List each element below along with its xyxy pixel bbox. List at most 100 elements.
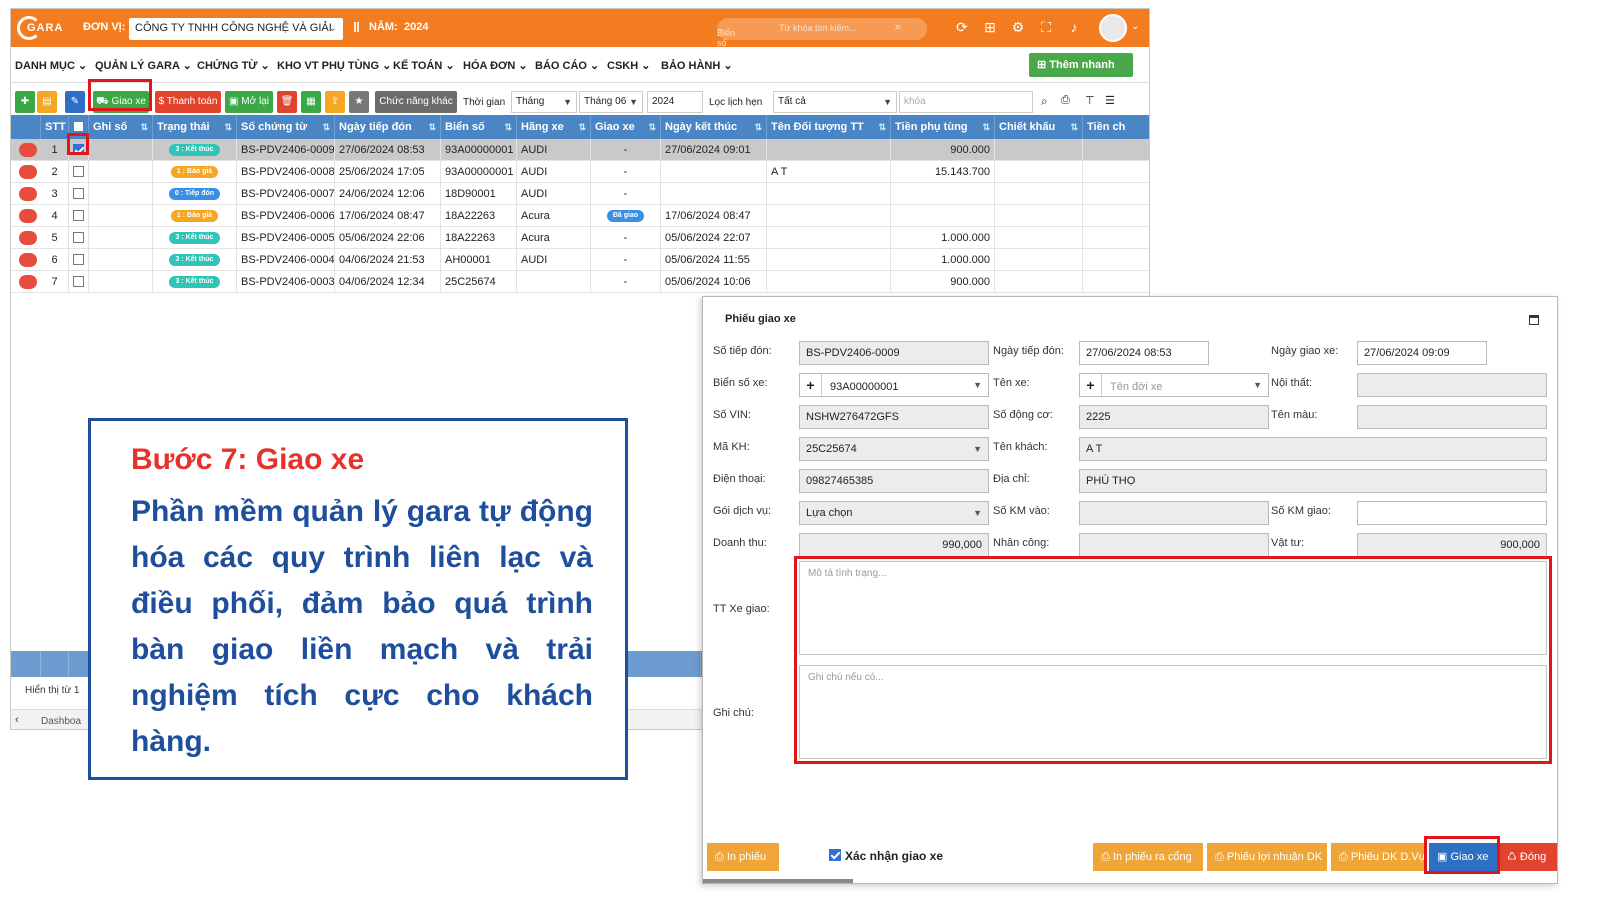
row-action-icon[interactable] xyxy=(19,187,37,201)
row-checkbox[interactable] xyxy=(73,275,84,287)
row-checkbox[interactable] xyxy=(73,231,84,243)
ngay-giao-xe-field[interactable]: 27/06/2024 09:09 xyxy=(1357,341,1487,365)
so-vin-field[interactable]: NSHW276472GFS xyxy=(799,405,989,429)
col-so-chung-tu[interactable]: Số chứng từ ⇅ xyxy=(237,115,335,139)
other-functions-button[interactable]: Chức năng khác xyxy=(375,91,457,113)
menu-ke-toan[interactable]: KẾ TOÁN ⌄ xyxy=(393,59,455,72)
so-dong-co-field[interactable]: 2225 xyxy=(1079,405,1269,429)
keyword-input[interactable]: khóa xyxy=(899,91,1033,113)
menu-bao-cao[interactable]: BÁO CÁO ⌄ xyxy=(535,59,599,72)
gara-logo[interactable]: GARA xyxy=(17,15,75,41)
table-row[interactable]: 41 : Báo giá BS-PDV2406-0006 17/06/2024 08… xyxy=(11,205,1149,227)
row-checkbox[interactable] xyxy=(73,165,84,177)
table-row[interactable]: 13 : Kết thúc BS-PDV2406-0009 27/06/2024 0… xyxy=(11,139,1149,161)
ten-mau-field[interactable] xyxy=(1357,405,1547,429)
chevron-left-icon[interactable]: ‹ xyxy=(15,714,19,726)
so-km-vao-field[interactable] xyxy=(1079,501,1269,525)
ten-khach-field[interactable]: A T xyxy=(1079,437,1547,461)
table-row[interactable]: 2 1 : Báo giá BS-PDV2406-0008 25/06/2024 17… xyxy=(11,161,1149,183)
export-button[interactable]: ▦ xyxy=(301,91,321,113)
col-tien-ch[interactable]: Tiền ch xyxy=(1083,115,1149,139)
col-stt[interactable]: STT xyxy=(41,115,69,139)
menu-danh-muc[interactable]: DANH MỤC ⌄ xyxy=(15,59,87,72)
confirm-delivery[interactable]: Xác nhận giao xe xyxy=(829,849,943,863)
table-row[interactable]: 3 0 : Tiếp đón BS-PDV2406-0007 24/06/2024 1… xyxy=(11,183,1149,205)
phieu-dk-dvu-button[interactable]: ⎙ Phiếu DK D.Vụ xyxy=(1331,843,1425,871)
col-giao-xe[interactable]: Giao xe ⇅ xyxy=(591,115,661,139)
mo-lai-button[interactable]: ▣ Mở lại xyxy=(225,91,273,113)
menu-chung-tu[interactable]: CHỨNG TỪ ⌄ xyxy=(197,59,270,72)
dien-thoai-field[interactable]: 09827465385 xyxy=(799,469,989,493)
search-icon[interactable]: ⌕ xyxy=(1041,94,1048,109)
grid-icon[interactable]: ⊞ xyxy=(981,18,999,36)
plus-icon[interactable]: + xyxy=(800,374,822,396)
in-phieu-ra-cong-button[interactable]: ⎙ In phiếu ra cổng xyxy=(1093,843,1203,871)
table-row[interactable]: 7 3 : Kết thúc BS-PDV2406-0003 04/06/2024 1… xyxy=(11,271,1149,293)
year-input[interactable]: 2024 xyxy=(647,91,703,113)
col-ghi-so[interactable]: Ghi số ⇅ xyxy=(89,115,153,139)
global-search[interactable]: Biển số ⌄ Từ khóa tìm kiếm... ⌕ xyxy=(717,18,927,48)
ten-xe-select[interactable]: + Tên đời xe ▼ xyxy=(1079,373,1269,397)
row-action-icon[interactable] xyxy=(19,209,37,223)
row-checkbox[interactable] xyxy=(73,187,84,199)
search-icon[interactable]: ⌕ xyxy=(895,21,901,34)
col-bien-so[interactable]: Biển số ⇅ xyxy=(441,115,517,139)
bien-so-xe-select[interactable]: +93A00000001 ▼ xyxy=(799,373,989,397)
maximize-icon[interactable] xyxy=(1529,315,1539,325)
print-icon[interactable]: ⎙ xyxy=(1061,94,1070,107)
search-input[interactable]: Từ khóa tìm kiếm... xyxy=(779,23,857,33)
unit-select[interactable]: CÔNG TY TNHH CÔNG NGHỆ VÀ GIẢI ⌄ xyxy=(129,18,343,40)
import-button[interactable]: ⇪ xyxy=(325,91,345,113)
ngay-tiep-don-field[interactable]: 27/06/2024 08:53 xyxy=(1079,341,1209,365)
select-all-checkbox[interactable] xyxy=(73,120,84,132)
refresh-icon[interactable]: ⟳ xyxy=(953,18,971,36)
phieu-loi-nhuan-button[interactable]: ⎙ Phiếu lợi nhuận DK xyxy=(1207,843,1327,871)
plate-filter-select[interactable]: Biển số ⌄ xyxy=(717,23,735,48)
fullscreen-icon[interactable]: ⛶ xyxy=(1037,18,1055,36)
confirm-delivery-checkbox[interactable] xyxy=(829,849,841,861)
row-action-icon[interactable] xyxy=(19,275,37,289)
quick-add-button[interactable]: ⊞ Thêm nhanh ⌄ xyxy=(1029,53,1133,84)
col-ten-doi-tuong[interactable]: Tên Đối tượng TT ⇅ xyxy=(767,115,891,139)
columns-icon[interactable]: ☰ xyxy=(1105,94,1115,107)
table-row[interactable]: 6 3 : Kết thúc BS-PDV2406-0004 04/06/2024 2… xyxy=(11,249,1149,271)
col-hang-xe[interactable]: Hãng xe ⇅ xyxy=(517,115,591,139)
horizontal-scrollbar[interactable] xyxy=(703,879,853,883)
copy-button[interactable]: ▤ xyxy=(37,91,57,113)
menu-kho-vt[interactable]: KHO VT PHỤ TÙNG ⌄ xyxy=(277,59,391,72)
col-chiet-khau[interactable]: Chiết khấu ⇅ xyxy=(995,115,1083,139)
avatar[interactable] xyxy=(1099,14,1127,42)
filter-icon[interactable]: ⊤ xyxy=(1085,94,1095,107)
star-button[interactable]: ★ xyxy=(349,91,369,113)
menu-cskh[interactable]: CSKH ⌄ xyxy=(607,59,650,72)
dashboard-tab[interactable]: Dashboa xyxy=(41,716,81,727)
chevron-down-icon[interactable]: ⌄ xyxy=(1131,21,1139,32)
ma-kh-select[interactable]: 25C25674 ▼ xyxy=(799,437,989,461)
delete-button[interactable]: 🗑 xyxy=(277,91,297,113)
month-select[interactable]: Tháng 06 ▼ xyxy=(579,91,643,113)
goi-dich-vu-select[interactable]: Lựa chọn ▼ xyxy=(799,501,989,525)
so-km-giao-field[interactable] xyxy=(1357,501,1547,525)
row-action-icon[interactable] xyxy=(19,253,37,267)
col-ngay-tiep-don[interactable]: Ngày tiếp đón ⇅ xyxy=(335,115,441,139)
noi-that-field[interactable] xyxy=(1357,373,1547,397)
menu-quan-ly-gara[interactable]: QUẢN LÝ GARA ⌄ xyxy=(95,59,192,72)
row-checkbox[interactable] xyxy=(73,209,84,221)
row-action-icon[interactable] xyxy=(19,143,37,157)
schedule-select[interactable]: Tất cả ▼ xyxy=(773,91,897,113)
row-checkbox[interactable] xyxy=(73,253,84,265)
menu-hoa-don[interactable]: HÓA ĐƠN ⌄ xyxy=(463,59,528,72)
col-tien-phu-tung[interactable]: Tiền phụ tùng ⇅ xyxy=(891,115,995,139)
bell-icon[interactable]: ♪ xyxy=(1065,18,1083,36)
in-phieu-button[interactable]: ⎙ In phiếu xyxy=(707,843,779,871)
table-row[interactable]: 53 : Kết thúc BS-PDV2406-0005 05/06/2024 2… xyxy=(11,227,1149,249)
row-action-icon[interactable] xyxy=(19,165,37,179)
dia-chi-field[interactable]: PHÚ THỌ xyxy=(1079,469,1547,493)
plus-icon[interactable]: + xyxy=(1080,374,1102,396)
add-button[interactable]: ✚ xyxy=(15,91,35,113)
time-select[interactable]: Tháng ▼ xyxy=(511,91,577,113)
col-ngay-ket-thuc[interactable]: Ngày kết thúc ⇅ xyxy=(661,115,767,139)
col-trang-thai[interactable]: Trạng thái ⇅ xyxy=(153,115,237,139)
row-action-icon[interactable] xyxy=(19,231,37,245)
gear-icon[interactable]: ⚙ xyxy=(1009,18,1027,36)
